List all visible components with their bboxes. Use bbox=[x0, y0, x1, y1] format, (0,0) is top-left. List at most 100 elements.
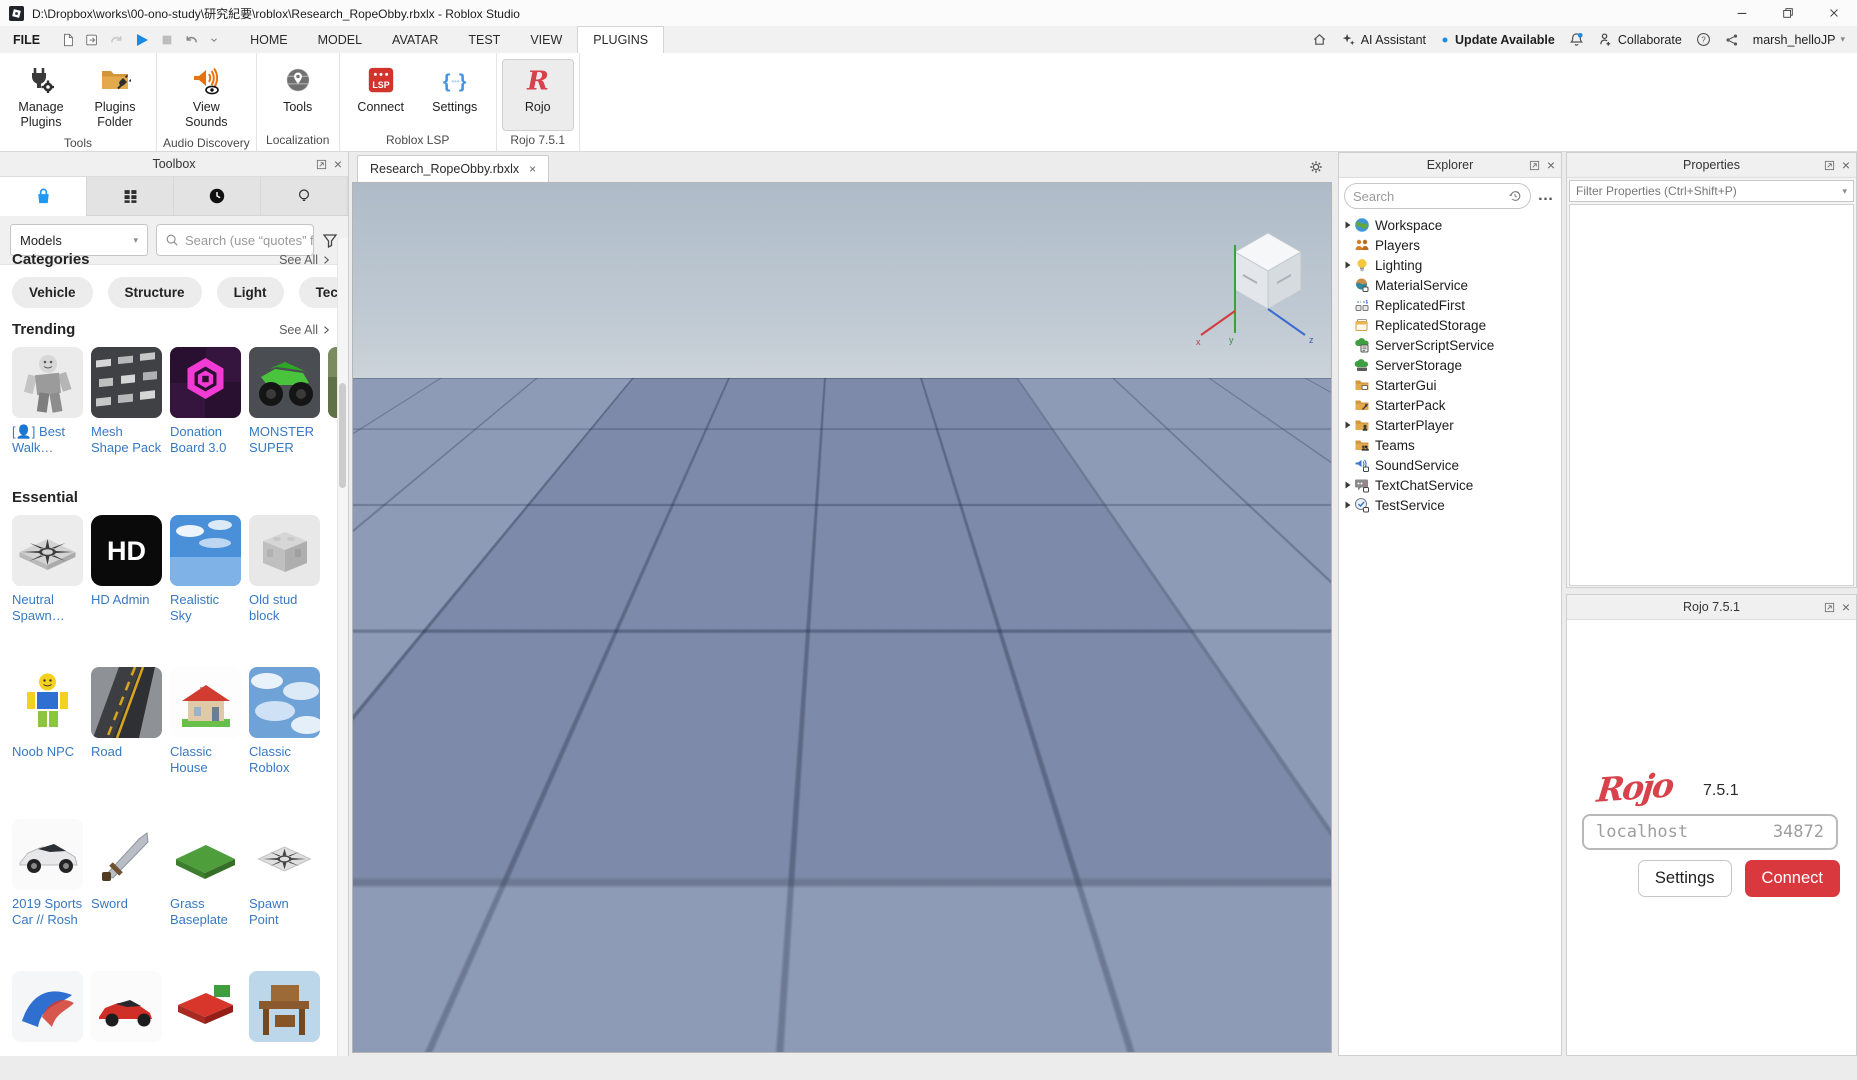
toolbox-item-label[interactable]: Neutral Spawn… bbox=[12, 592, 83, 625]
ribbon-button-plugins-folder[interactable]: Plugins Folder bbox=[80, 60, 150, 133]
toolbox-float-icon[interactable] bbox=[316, 159, 327, 170]
toolbox-item-label[interactable]: HD Admin bbox=[91, 592, 162, 608]
menubar-collaborate[interactable]: Collaborate bbox=[1598, 32, 1682, 47]
toolbox-item-thumbnail[interactable] bbox=[249, 515, 320, 586]
history-icon[interactable] bbox=[1508, 189, 1522, 203]
toolbox-item-label[interactable]: Realistic Sky bbox=[170, 592, 241, 625]
toolbox-item-thumbnail[interactable] bbox=[249, 971, 320, 1042]
tab-close-icon[interactable]: × bbox=[529, 163, 536, 175]
toolbox-item-label[interactable]: [👤] Best Walk… bbox=[12, 424, 83, 457]
explorer-item-lighting[interactable]: Lighting bbox=[1339, 255, 1561, 275]
rojo-settings-button[interactable]: Settings bbox=[1638, 860, 1732, 897]
toolbox-tab-marketplace-bag[interactable] bbox=[0, 177, 87, 216]
menubar-update-available[interactable]: Update Available bbox=[1440, 33, 1555, 47]
play-icon[interactable] bbox=[134, 32, 150, 48]
toolbox-item-label[interactable]: Classic House bbox=[170, 744, 241, 777]
properties-close-icon[interactable]: × bbox=[1842, 158, 1850, 172]
toolbox-item-label[interactable]: Old stud block bbox=[249, 592, 320, 625]
toolbox-tab-creations-bulb[interactable] bbox=[261, 177, 348, 215]
toolbox-item-thumbnail[interactable] bbox=[12, 819, 83, 890]
toolbox-item-thumbnail[interactable] bbox=[249, 819, 320, 890]
toolbox-item-thumbnail[interactable] bbox=[249, 347, 320, 418]
menubar-bell-icon[interactable] bbox=[1569, 32, 1584, 47]
toolbox-item-thumbnail[interactable] bbox=[12, 971, 83, 1042]
toolbox-item-label[interactable]: Spawn Point bbox=[249, 896, 320, 929]
ribbon-button-view-sounds[interactable]: View Sounds bbox=[171, 60, 241, 133]
maximize-button[interactable] bbox=[1765, 0, 1811, 26]
explorer-search-input[interactable]: Search bbox=[1344, 183, 1531, 209]
toolbox-item-thumbnail[interactable] bbox=[91, 971, 162, 1042]
menubar-ai-assistant[interactable]: AI Assistant bbox=[1341, 32, 1426, 47]
trending-see-all-link[interactable]: See All bbox=[279, 323, 332, 337]
undo-icon[interactable] bbox=[184, 32, 199, 47]
explorer-item-starterplayer[interactable]: StarterPlayer bbox=[1339, 415, 1561, 435]
toolbox-item-thumbnail[interactable] bbox=[249, 667, 320, 738]
toolbox-item-thumbnail[interactable] bbox=[170, 819, 241, 890]
menubar-home-icon[interactable] bbox=[1312, 32, 1327, 47]
menubar-share-icon[interactable] bbox=[1725, 33, 1739, 47]
redo-icon[interactable] bbox=[109, 32, 124, 47]
toolbox-item-label[interactable]: Road bbox=[91, 744, 162, 760]
explorer-item-starterpack[interactable]: StarterPack bbox=[1339, 395, 1561, 415]
document-tab[interactable]: Research_RopeObby.rbxlx × bbox=[357, 155, 549, 182]
categories-see-all-link[interactable]: See All bbox=[279, 253, 332, 267]
rojo-float-icon[interactable] bbox=[1824, 602, 1835, 613]
ribbon-button-rojo[interactable]: RRojo bbox=[503, 60, 573, 130]
toolbox-item-thumbnail[interactable] bbox=[170, 667, 241, 738]
properties-filter-input[interactable]: Filter Properties (Ctrl+Shift+P) ▾ bbox=[1569, 180, 1854, 202]
ribbon-tab-model[interactable]: MODEL bbox=[303, 26, 377, 53]
category-pill-vehicle[interactable]: Vehicle bbox=[12, 277, 93, 308]
ribbon-button-connect[interactable]: LSPConnect bbox=[346, 60, 416, 130]
menubar-marsh-hellojp[interactable]: marsh_helloJP▾ bbox=[1753, 33, 1845, 47]
explorer-item-players[interactable]: Players bbox=[1339, 235, 1561, 255]
expand-arrow-icon[interactable] bbox=[1342, 501, 1354, 509]
properties-float-icon[interactable] bbox=[1824, 160, 1835, 171]
explorer-item-replicatedfirst[interactable]: ReplicatedFirst bbox=[1339, 295, 1561, 315]
ribbon-tab-test[interactable]: TEST bbox=[453, 26, 515, 53]
toolbox-item-thumbnail[interactable]: HD bbox=[91, 515, 162, 586]
toolbox-item-thumbnail[interactable] bbox=[170, 971, 241, 1042]
new-file-icon[interactable] bbox=[61, 33, 75, 47]
explorer-item-replicatedstorage[interactable]: ReplicatedStorage bbox=[1339, 315, 1561, 335]
stop-icon[interactable] bbox=[160, 33, 174, 47]
rojo-address-input[interactable]: localhost 34872 bbox=[1582, 814, 1838, 850]
ribbon-button-manage-plugins[interactable]: Manage Plugins bbox=[6, 60, 76, 133]
toolbox-item-thumbnail[interactable] bbox=[91, 819, 162, 890]
explorer-item-startergui[interactable]: StarterGui bbox=[1339, 375, 1561, 395]
toolbox-tab-inventory-grid[interactable] bbox=[87, 177, 174, 215]
toolbox-close-icon[interactable]: × bbox=[334, 157, 342, 171]
ribbon-tab-plugins[interactable]: PLUGINS bbox=[577, 26, 664, 53]
rojo-connect-button[interactable]: Connect bbox=[1745, 860, 1840, 897]
expand-arrow-icon[interactable] bbox=[1342, 221, 1354, 229]
expand-arrow-icon[interactable] bbox=[1342, 261, 1354, 269]
rojo-close-icon[interactable]: × bbox=[1842, 600, 1850, 614]
file-menu-button[interactable]: FILE bbox=[0, 26, 53, 53]
toolbox-item-label[interactable]: Mesh Shape Pack V2 bbox=[91, 424, 162, 458]
toolbox-item-thumbnail[interactable] bbox=[12, 667, 83, 738]
toolbox-item-label[interactable]: Sword bbox=[91, 896, 162, 912]
toolbox-item-thumbnail[interactable] bbox=[170, 515, 241, 586]
category-pill-structure[interactable]: Structure bbox=[108, 277, 202, 308]
ribbon-button-tools[interactable]: Tools bbox=[263, 60, 333, 130]
explorer-item-workspace[interactable]: Workspace bbox=[1339, 215, 1561, 235]
toolbox-item-thumbnail[interactable] bbox=[91, 347, 162, 418]
toolbox-item-thumbnail[interactable] bbox=[91, 667, 162, 738]
menubar-help-icon[interactable]: ? bbox=[1696, 32, 1711, 47]
ribbon-button-settings[interactable]: {}Settings bbox=[420, 60, 490, 130]
toolbox-item-thumbnail[interactable] bbox=[170, 347, 241, 418]
explorer-more-button[interactable]: … bbox=[1536, 187, 1556, 205]
explorer-item-materialservice[interactable]: MaterialService bbox=[1339, 275, 1561, 295]
expand-arrow-icon[interactable] bbox=[1342, 421, 1354, 429]
close-button[interactable] bbox=[1811, 0, 1857, 26]
toolbox-item-thumbnail[interactable] bbox=[12, 515, 83, 586]
toolbox-item-label[interactable]: Classic Roblox Sk… bbox=[249, 744, 320, 778]
explorer-item-teams[interactable]: Teams bbox=[1339, 435, 1561, 455]
explorer-close-icon[interactable]: × bbox=[1547, 158, 1555, 172]
toolbox-item-thumbnail[interactable] bbox=[12, 347, 83, 418]
caret-down-icon[interactable] bbox=[209, 35, 219, 45]
minimize-button[interactable] bbox=[1719, 0, 1765, 26]
explorer-item-textchatservice[interactable]: TextChatService bbox=[1339, 475, 1561, 495]
explorer-float-icon[interactable] bbox=[1529, 160, 1540, 171]
toolbox-scrollbar[interactable] bbox=[337, 238, 348, 1056]
explorer-item-serverscriptservice[interactable]: ServerScriptService bbox=[1339, 335, 1561, 355]
